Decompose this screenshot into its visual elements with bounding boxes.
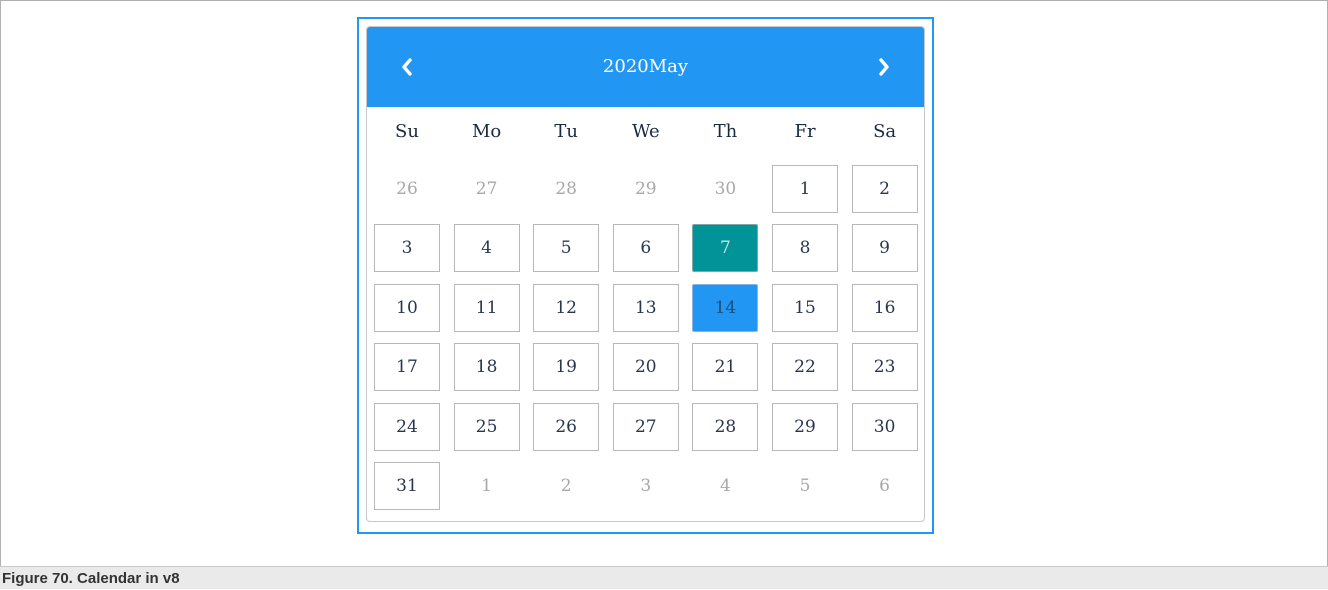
day-cell[interactable]: 18 [453, 343, 520, 392]
weekday-header: Tu [554, 121, 578, 142]
day-cell-other-month: 2 [560, 476, 572, 496]
weekday-header: Sa [873, 121, 897, 142]
day-cell[interactable]: 5 [533, 224, 600, 273]
weekday-header: Su [395, 121, 419, 142]
day-cell-other-month: 1 [481, 476, 492, 496]
chevron-left-icon [402, 58, 412, 76]
day-cell[interactable]: 16 [851, 283, 918, 332]
day-cell-other-month: 29 [634, 179, 657, 199]
day-cell[interactable]: 23 [851, 343, 918, 392]
day-cell[interactable]: 31 [374, 462, 440, 510]
day-cell[interactable]: 24 [374, 402, 440, 451]
day-cell-other-month: 4 [719, 476, 731, 496]
day-cell[interactable]: 20 [612, 343, 679, 392]
day-cell[interactable]: 6 [612, 224, 679, 273]
day-cell-today[interactable]: 7 [692, 224, 759, 273]
day-cell[interactable]: 21 [692, 343, 759, 392]
day-cell-other-month: 26 [396, 179, 418, 199]
figure-caption: Figure 70. Calendar in v8 [0, 566, 1328, 589]
calendar-widget: 2020May Su Mo Tu We Th Fr Sa 26 27 28 29 30 1 2 3 4 5 6 7 8… [366, 26, 925, 522]
weekday-header: Fr [794, 121, 816, 142]
day-cell-selected[interactable]: 14 [692, 283, 759, 332]
chevron-right-icon [879, 58, 889, 76]
prev-month-button[interactable] [367, 27, 447, 107]
day-cell[interactable]: 27 [612, 402, 679, 451]
day-cell[interactable]: 2 [851, 165, 918, 213]
day-cell-other-month: 30 [714, 179, 737, 199]
day-cell[interactable]: 4 [453, 224, 520, 273]
day-cell[interactable]: 15 [772, 283, 838, 332]
calendar-title: 2020May [602, 56, 689, 77]
day-cell[interactable]: 29 [772, 402, 838, 451]
weekday-header: Mo [471, 121, 502, 142]
day-cell-other-month: 5 [799, 476, 811, 496]
calendar-header: 2020May [367, 27, 924, 107]
day-cell[interactable]: 13 [612, 283, 679, 332]
day-cell-other-month: 6 [879, 476, 890, 496]
day-cell-other-month: 28 [555, 179, 577, 199]
day-cell[interactable]: 3 [374, 224, 440, 273]
next-month-button[interactable] [844, 27, 924, 107]
day-cell[interactable]: 17 [374, 343, 440, 392]
calendar-focus-outline: 2020May Su Mo Tu We Th Fr Sa 26 27 28 29 30 1 2 3 4 5 6 7 8… [357, 17, 934, 534]
day-cell[interactable]: 22 [772, 343, 838, 392]
day-cell[interactable]: 30 [851, 402, 918, 451]
weekday-header: We [631, 121, 660, 142]
day-cell[interactable]: 25 [453, 402, 520, 451]
day-cell[interactable]: 10 [374, 283, 440, 332]
day-cell[interactable]: 9 [851, 224, 918, 273]
day-cell[interactable]: 28 [692, 402, 759, 451]
day-cell-other-month: 27 [475, 179, 498, 199]
day-cell[interactable]: 19 [533, 343, 600, 392]
day-cell[interactable]: 26 [533, 402, 600, 451]
day-cell[interactable]: 11 [453, 283, 520, 332]
weekday-header: Th [713, 121, 738, 142]
day-cell[interactable]: 8 [772, 224, 838, 273]
day-cell-other-month: 3 [640, 476, 652, 496]
day-cell[interactable]: 12 [533, 283, 600, 332]
day-cell[interactable]: 1 [772, 165, 838, 213]
